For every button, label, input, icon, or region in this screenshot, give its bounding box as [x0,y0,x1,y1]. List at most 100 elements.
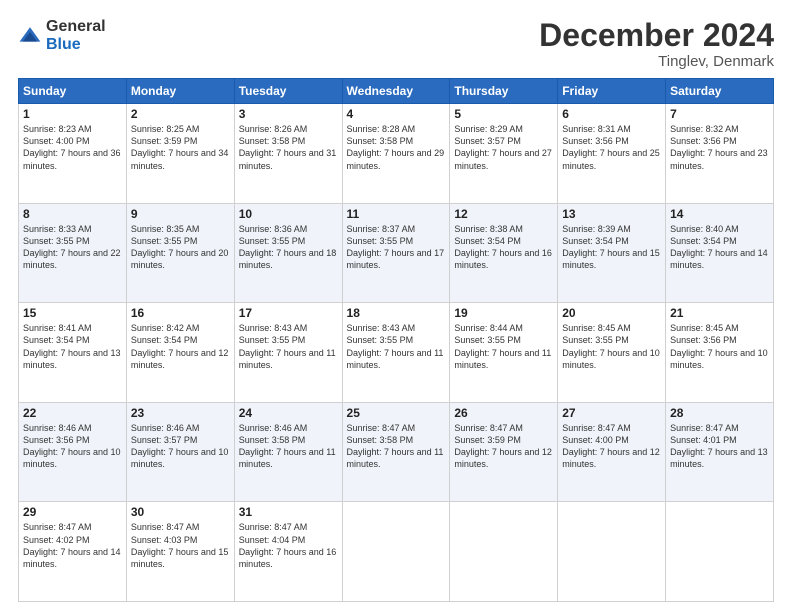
calendar-table: Sunday Monday Tuesday Wednesday Thursday… [18,78,774,602]
day-cell: 23 Sunrise: 8:46 AMSunset: 3:57 PMDayligh… [126,402,234,502]
day-info: Sunrise: 8:43 AMSunset: 3:55 PMDaylight:… [347,323,444,369]
day-number: 19 [454,306,553,320]
week-row-4: 22 Sunrise: 8:46 AMSunset: 3:56 PMDayligh… [19,402,774,502]
day-cell: 25 Sunrise: 8:47 AMSunset: 3:58 PMDayligh… [342,402,450,502]
day-cell: 15Sunrise: 8:41 AMSunset: 3:54 PMDayligh… [19,303,127,403]
day-info: Sunrise: 8:47 AMSunset: 4:03 PMDaylight:… [131,522,229,568]
day-info: Sunrise: 8:47 AMSunset: 3:58 PMDaylight:… [347,423,444,469]
day-number: 3 [239,107,338,121]
day-cell: 5 Sunrise: 8:29 AMSunset: 3:57 PMDaylight… [450,104,558,204]
day-number: 2 [131,107,230,121]
day-cell: 13 Sunrise: 8:39 AMSunset: 3:54 PMDayligh… [558,203,666,303]
day-number: 12 [454,207,553,221]
day-cell: 31 Sunrise: 8:47 AMSunset: 4:04 PMDayligh… [234,502,342,602]
day-number: 27 [562,406,661,420]
day-cell: 17 Sunrise: 8:43 AMSunset: 3:55 PMDayligh… [234,303,342,403]
day-info: Sunrise: 8:47 AMSunset: 4:04 PMDaylight:… [239,522,337,568]
day-cell: 11 Sunrise: 8:37 AMSunset: 3:55 PMDayligh… [342,203,450,303]
day-number: 14 [670,207,769,221]
day-number: 9 [131,207,230,221]
week-row-3: 15Sunrise: 8:41 AMSunset: 3:54 PMDayligh… [19,303,774,403]
day-cell: 26 Sunrise: 8:47 AMSunset: 3:59 PMDayligh… [450,402,558,502]
day-cell: 18Sunrise: 8:43 AMSunset: 3:55 PMDayligh… [342,303,450,403]
day-cell: 24 Sunrise: 8:46 AMSunset: 3:58 PMDayligh… [234,402,342,502]
title-block: December 2024 Tinglev, Denmark [539,18,774,70]
day-number: 24 [239,406,338,420]
calendar-page: General Blue December 2024 Tinglev, Denm… [0,0,792,612]
day-cell: 9 Sunrise: 8:35 AMSunset: 3:55 PMDaylight… [126,203,234,303]
logo-general: General [46,18,106,35]
col-tuesday: Tuesday [234,79,342,104]
day-cell: 2 Sunrise: 8:25 AMSunset: 3:59 PMDaylight… [126,104,234,204]
day-number: 20 [562,306,661,320]
day-info: Sunrise: 8:35 AMSunset: 3:55 PMDaylight:… [131,224,229,270]
week-row-1: 1 Sunrise: 8:23 AMSunset: 4:00 PMDaylight… [19,104,774,204]
day-cell: 10 Sunrise: 8:36 AMSunset: 3:55 PMDayligh… [234,203,342,303]
day-number: 22 [23,406,122,420]
day-info: Sunrise: 8:46 AMSunset: 3:57 PMDaylight:… [131,423,229,469]
day-number: 13 [562,207,661,221]
day-cell: 30 Sunrise: 8:47 AMSunset: 4:03 PMDayligh… [126,502,234,602]
day-info: Sunrise: 8:45 AMSunset: 3:56 PMDaylight:… [670,323,768,369]
day-cell: 20Sunrise: 8:45 AMSunset: 3:55 PMDayligh… [558,303,666,403]
day-info: Sunrise: 8:23 AMSunset: 4:00 PMDaylight:… [23,124,121,170]
day-cell [666,502,774,602]
day-number: 25 [347,406,446,420]
day-cell: 8 Sunrise: 8:33 AMSunset: 3:55 PMDaylight… [19,203,127,303]
day-info: Sunrise: 8:47 AMSunset: 4:00 PMDaylight:… [562,423,660,469]
day-cell: 6Sunrise: 8:31 AMSunset: 3:56 PMDaylight… [558,104,666,204]
day-info: Sunrise: 8:26 AMSunset: 3:58 PMDaylight:… [239,124,337,170]
day-number: 16 [131,306,230,320]
day-info: Sunrise: 8:36 AMSunset: 3:55 PMDaylight:… [239,224,337,270]
day-cell: 16 Sunrise: 8:42 AMSunset: 3:54 PMDayligh… [126,303,234,403]
day-cell: 12 Sunrise: 8:38 AMSunset: 3:54 PMDayligh… [450,203,558,303]
day-number: 5 [454,107,553,121]
day-info: Sunrise: 8:44 AMSunset: 3:55 PMDaylight:… [454,323,551,369]
header: General Blue December 2024 Tinglev, Denm… [18,18,774,70]
day-cell: 14 Sunrise: 8:40 AMSunset: 3:54 PMDayligh… [666,203,774,303]
day-number: 8 [23,207,122,221]
day-cell: 4 Sunrise: 8:28 AMSunset: 3:58 PMDaylight… [342,104,450,204]
col-sunday: Sunday [19,79,127,104]
day-info: Sunrise: 8:28 AMSunset: 3:58 PMDaylight:… [347,124,445,170]
day-number: 4 [347,107,446,121]
day-cell: 21 Sunrise: 8:45 AMSunset: 3:56 PMDayligh… [666,303,774,403]
day-info: Sunrise: 8:47 AMSunset: 4:01 PMDaylight:… [670,423,768,469]
col-monday: Monday [126,79,234,104]
day-number: 7 [670,107,769,121]
day-info: Sunrise: 8:43 AMSunset: 3:55 PMDaylight:… [239,323,336,369]
day-info: Sunrise: 8:25 AMSunset: 3:59 PMDaylight:… [131,124,229,170]
day-info: Sunrise: 8:39 AMSunset: 3:54 PMDaylight:… [562,224,660,270]
day-info: Sunrise: 8:47 AMSunset: 4:02 PMDaylight:… [23,522,121,568]
day-cell: 19 Sunrise: 8:44 AMSunset: 3:55 PMDayligh… [450,303,558,403]
day-number: 17 [239,306,338,320]
day-info: Sunrise: 8:40 AMSunset: 3:54 PMDaylight:… [670,224,768,270]
day-info: Sunrise: 8:47 AMSunset: 3:59 PMDaylight:… [454,423,552,469]
day-cell: 7Sunrise: 8:32 AMSunset: 3:56 PMDaylight… [666,104,774,204]
logo: General Blue [18,18,106,54]
day-info: Sunrise: 8:29 AMSunset: 3:57 PMDaylight:… [454,124,552,170]
day-number: 10 [239,207,338,221]
day-info: Sunrise: 8:42 AMSunset: 3:54 PMDaylight:… [131,323,229,369]
day-number: 11 [347,207,446,221]
col-thursday: Thursday [450,79,558,104]
day-number: 21 [670,306,769,320]
month-title: December 2024 [539,18,774,53]
logo-icon [18,24,42,48]
day-number: 23 [131,406,230,420]
day-info: Sunrise: 8:33 AMSunset: 3:55 PMDaylight:… [23,224,121,270]
day-info: Sunrise: 8:38 AMSunset: 3:54 PMDaylight:… [454,224,552,270]
week-row-5: 29 Sunrise: 8:47 AMSunset: 4:02 PMDayligh… [19,502,774,602]
day-cell: 29 Sunrise: 8:47 AMSunset: 4:02 PMDayligh… [19,502,127,602]
day-number: 31 [239,505,338,519]
day-number: 6 [562,107,661,121]
day-cell: 22 Sunrise: 8:46 AMSunset: 3:56 PMDayligh… [19,402,127,502]
day-number: 29 [23,505,122,519]
day-number: 26 [454,406,553,420]
day-number: 30 [131,505,230,519]
day-info: Sunrise: 8:46 AMSunset: 3:58 PMDaylight:… [239,423,336,469]
day-info: Sunrise: 8:46 AMSunset: 3:56 PMDaylight:… [23,423,121,469]
day-number: 28 [670,406,769,420]
day-info: Sunrise: 8:37 AMSunset: 3:55 PMDaylight:… [347,224,445,270]
day-number: 1 [23,107,122,121]
